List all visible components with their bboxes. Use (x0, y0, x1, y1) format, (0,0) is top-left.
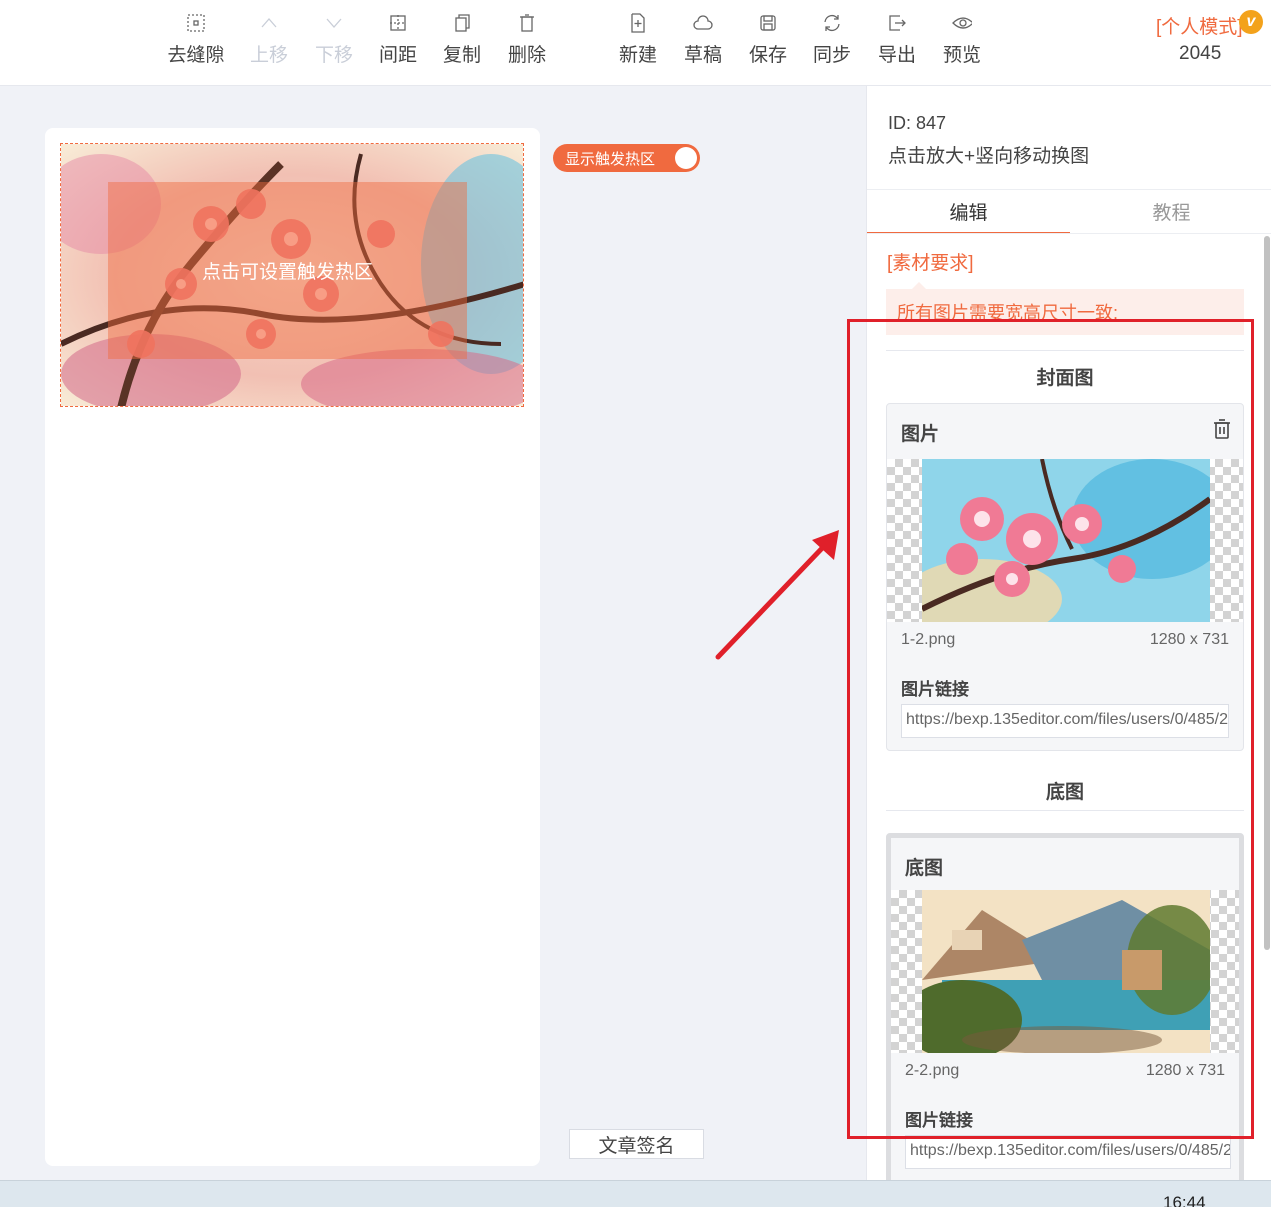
cover-filename: 1-2.png (901, 631, 956, 648)
sync-icon (822, 12, 842, 34)
spacing-label: 间距 (378, 45, 417, 66)
base-section-title: 底图 (1045, 782, 1084, 803)
chevron-down-icon (324, 12, 344, 34)
editor-canvas: 点击可设置触发热区 (45, 128, 540, 1166)
export-button[interactable]: 导出 (864, 12, 930, 72)
article-signature-button[interactable]: 文章签名 (569, 1129, 704, 1159)
divider (867, 189, 1271, 190)
copy-icon (452, 12, 472, 34)
base-link-label: 图片链接 (905, 1111, 973, 1130)
draft-button[interactable]: 草稿 (670, 12, 736, 72)
export-icon (887, 12, 907, 34)
trash-icon[interactable] (1211, 418, 1233, 440)
cherry-blossom-thumbnail (922, 459, 1210, 622)
show-hotspot-toggle[interactable]: 显示触发热区 (553, 144, 700, 172)
template-id: ID: 847 (888, 113, 947, 133)
spacing-button[interactable]: 间距 (365, 12, 431, 72)
cover-dimensions: 1280 x 731 (1149, 631, 1229, 648)
tab-tutorial[interactable]: 教程 (1070, 198, 1271, 234)
base-image-preview[interactable] (891, 890, 1239, 1053)
move-down-button[interactable]: 下移 (301, 12, 367, 72)
delete-button[interactable]: 删除 (494, 12, 560, 72)
hotspot-label: 点击可设置触发热区 (201, 262, 373, 283)
sync-button[interactable]: 同步 (799, 12, 865, 72)
draft-label: 草稿 (683, 45, 722, 66)
eye-icon (952, 12, 972, 34)
count-value: 2045 (1179, 43, 1222, 64)
tab-edit[interactable]: 编辑 (867, 198, 1070, 234)
preview-button[interactable]: 预览 (929, 12, 995, 72)
remove-gaps-button[interactable]: 去缝隙 (163, 12, 229, 72)
chevron-up-icon (259, 12, 279, 34)
template-name: 点击放大+竖向移动换图 (888, 146, 1090, 167)
cover-link-input[interactable]: https://bexp.135editor.com/files/users/0… (901, 704, 1229, 738)
toggle-label: 显示触发热区 (565, 150, 656, 168)
trash-icon (517, 12, 537, 34)
cover-card-title: 图片 (901, 424, 940, 445)
preview-label: 预览 (942, 45, 981, 66)
export-label: 导出 (877, 45, 916, 66)
move-up-label: 上移 (249, 45, 288, 66)
cover-link-label: 图片链接 (901, 680, 969, 699)
delete-label: 删除 (507, 45, 546, 66)
cover-image-stage[interactable]: 点击可设置触发热区 (60, 143, 524, 407)
panel-scrollbar[interactable] (1264, 236, 1270, 950)
taskbar-clock: 16:44 (1163, 1193, 1206, 1207)
requirements-caret (912, 282, 926, 289)
copy-button[interactable]: 复制 (429, 12, 495, 72)
cloud-icon (693, 12, 713, 34)
os-taskbar: 16:44 (0, 1180, 1271, 1207)
mode-link[interactable]: [个人模式] (1156, 12, 1243, 39)
new-file-icon (628, 12, 648, 34)
base-card-title: 底图 (905, 858, 944, 879)
new-button[interactable]: 新建 (605, 12, 671, 72)
vip-badge[interactable]: v (1239, 10, 1263, 34)
toggle-knob (675, 147, 697, 169)
remove-gaps-icon (186, 12, 206, 34)
requirements-text: 所有图片需要宽高尺寸一致; (886, 289, 1244, 335)
lake-village-thumbnail (922, 890, 1210, 1053)
requirements-title: [素材要求] (887, 253, 974, 274)
remove-gaps-label: 去缝隙 (167, 45, 225, 66)
base-dimensions: 1280 x 731 (1145, 1062, 1225, 1079)
annotation-arrow-icon (715, 530, 839, 660)
section-divider (886, 350, 1244, 351)
new-label: 新建 (618, 45, 657, 66)
copy-label: 复制 (442, 45, 481, 66)
save-button[interactable]: 保存 (735, 12, 801, 72)
toolbar: 去缝隙 上移 下移 间距 复制 删除 新建 草稿 保存 同步 导出 预览 [个人… (0, 0, 1271, 86)
sync-label: 同步 (812, 45, 851, 66)
move-up-button[interactable]: 上移 (236, 12, 302, 72)
cover-section-title: 封面图 (1036, 368, 1094, 389)
settings-panel: ID: 847 点击放大+竖向移动换图 编辑 教程 [素材要求] 所有图片需要宽… (866, 86, 1271, 1180)
section-divider (886, 810, 1244, 811)
base-image-card: 底图 2-2.png 1280 x 731 图片链接 https://bexp.… (886, 833, 1244, 1180)
trigger-hotspot[interactable]: 点击可设置触发热区 (108, 182, 467, 359)
spacing-icon (388, 12, 408, 34)
save-icon (758, 12, 778, 34)
base-link-input[interactable]: https://bexp.135editor.com/files/users/0… (905, 1135, 1231, 1169)
base-filename: 2-2.png (905, 1062, 960, 1079)
cover-image-preview[interactable] (887, 459, 1243, 622)
tab-divider (867, 233, 1271, 234)
signature-label: 文章签名 (598, 1135, 675, 1157)
cover-image-card: 图片 1-2.png 1280 x 731 图片链接 https://bexp.… (886, 403, 1244, 751)
move-down-label: 下移 (314, 45, 353, 66)
save-label: 保存 (748, 45, 787, 66)
